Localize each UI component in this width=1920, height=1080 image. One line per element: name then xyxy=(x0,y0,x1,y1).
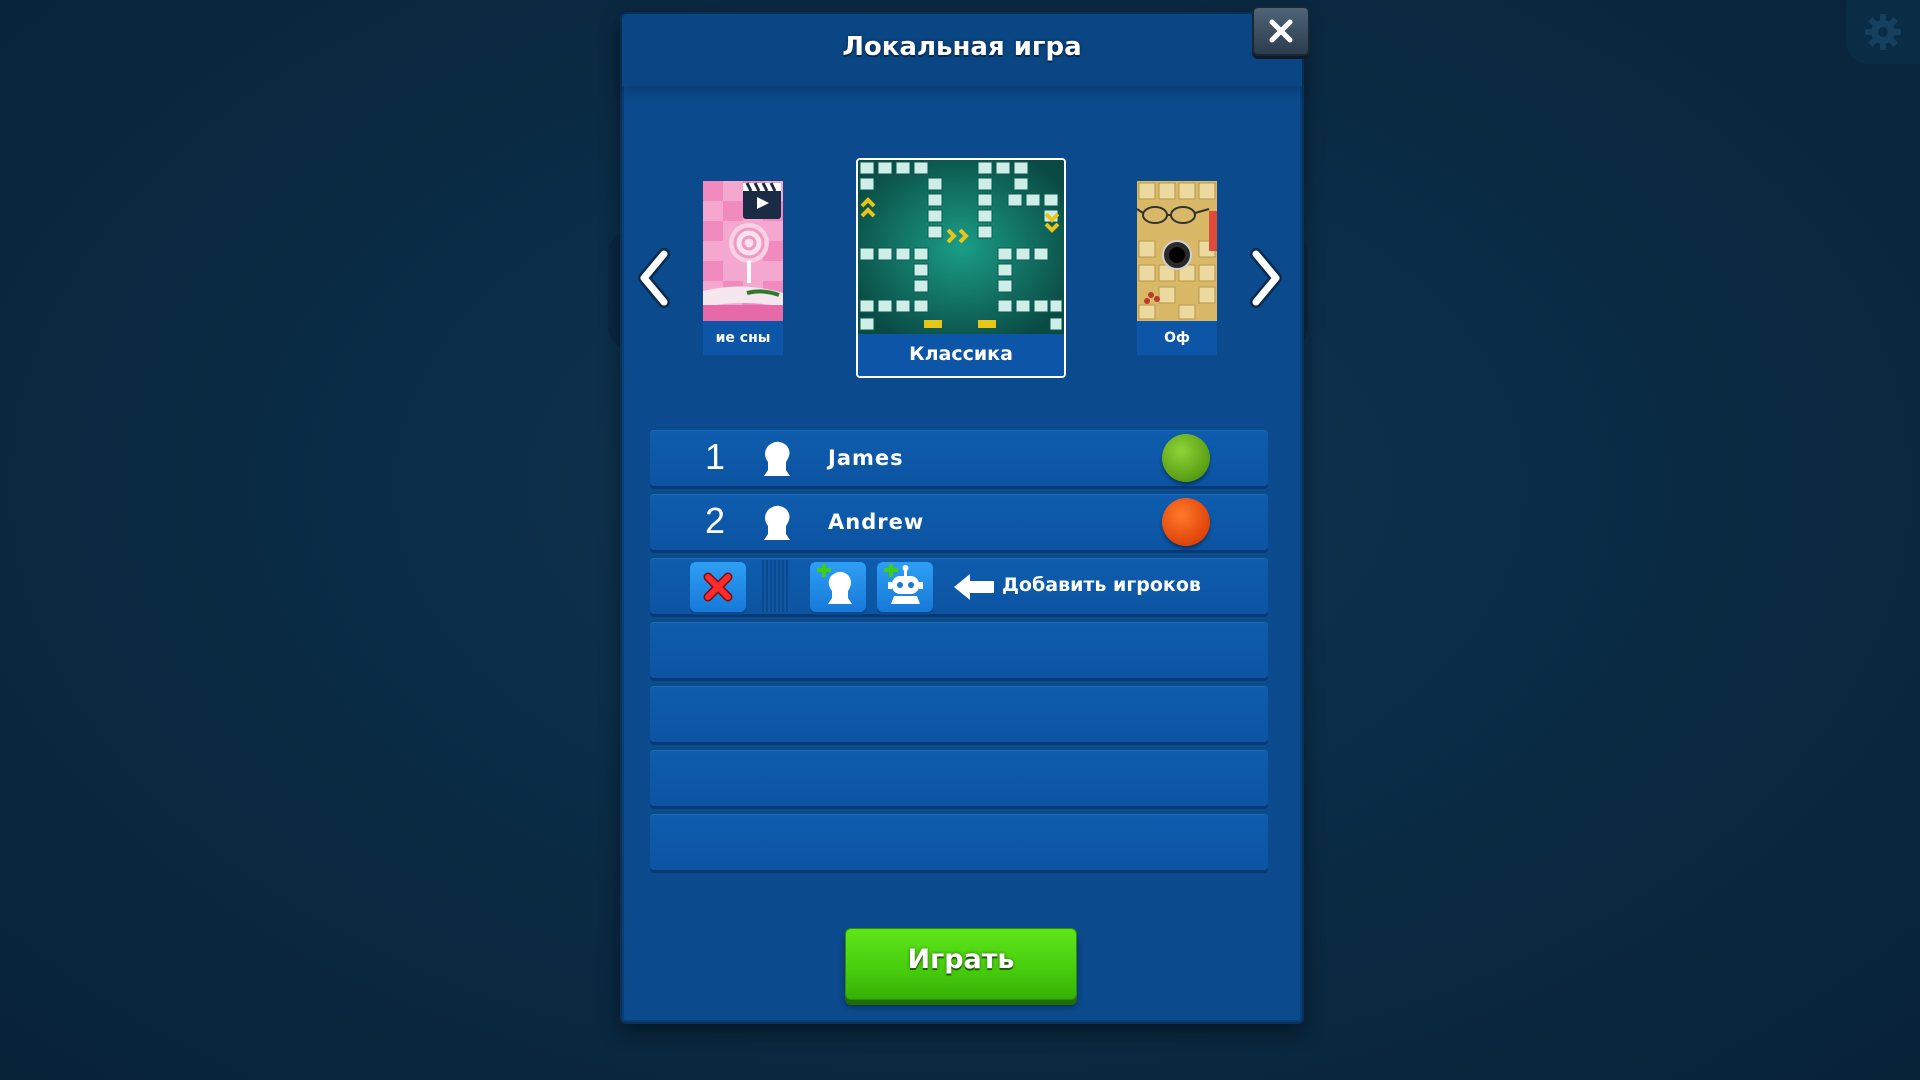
add-human-icon xyxy=(817,564,852,604)
dialog-header: Локальная игра xyxy=(622,14,1302,86)
add-players-row: Добавить игроков xyxy=(650,558,1268,614)
gear-icon xyxy=(1865,14,1901,50)
player-row-1[interactable]: 1 James xyxy=(650,430,1268,486)
empty-player-slot xyxy=(650,622,1268,678)
board-card-next[interactable]: Оф xyxy=(1137,181,1217,355)
classic-board-thumbnail xyxy=(858,160,1064,334)
human-player-icon xyxy=(764,505,790,540)
candy-board-thumbnail xyxy=(703,181,783,321)
close-icon xyxy=(1269,19,1293,43)
player-row-2[interactable]: 2 Andrew xyxy=(650,494,1268,550)
settings-button[interactable] xyxy=(1846,0,1920,64)
add-bot-player-button[interactable] xyxy=(877,562,933,612)
board-card-current[interactable]: Классика xyxy=(856,158,1066,378)
arrow-left-icon xyxy=(954,574,994,600)
empty-player-slot xyxy=(650,686,1268,742)
next-board-button[interactable] xyxy=(1246,246,1286,310)
row-divider xyxy=(762,560,790,612)
board-card-prev-label: ие сны xyxy=(703,321,783,355)
add-robot-icon xyxy=(884,564,923,604)
prev-board-button[interactable] xyxy=(634,246,674,310)
human-player-icon xyxy=(764,441,790,476)
player-name[interactable]: James xyxy=(828,446,904,470)
player-number: 2 xyxy=(705,500,726,541)
office-board-thumbnail xyxy=(1137,181,1217,321)
player-number: 1 xyxy=(705,436,726,477)
remove-player-button[interactable] xyxy=(690,562,746,612)
player-color-token[interactable] xyxy=(1162,434,1210,482)
play-button-label: Играть xyxy=(907,944,1015,975)
board-card-next-label: Оф xyxy=(1137,321,1217,355)
play-button[interactable]: Играть xyxy=(845,928,1077,1000)
board-card-current-label: Классика xyxy=(858,334,1064,376)
chevron-right-icon xyxy=(1250,248,1282,308)
red-x-icon xyxy=(703,572,733,602)
close-button[interactable] xyxy=(1252,6,1310,56)
player-color-token[interactable] xyxy=(1162,498,1210,546)
add-players-label: Добавить игроков xyxy=(1002,574,1201,596)
empty-player-slot xyxy=(650,814,1268,870)
empty-player-slot xyxy=(650,750,1268,806)
dialog-title: Локальная игра xyxy=(842,32,1082,62)
add-human-player-button[interactable] xyxy=(810,562,866,612)
board-card-prev[interactable]: ие сны xyxy=(703,181,783,355)
chevron-left-icon xyxy=(638,248,670,308)
player-name[interactable]: Andrew xyxy=(828,510,924,534)
